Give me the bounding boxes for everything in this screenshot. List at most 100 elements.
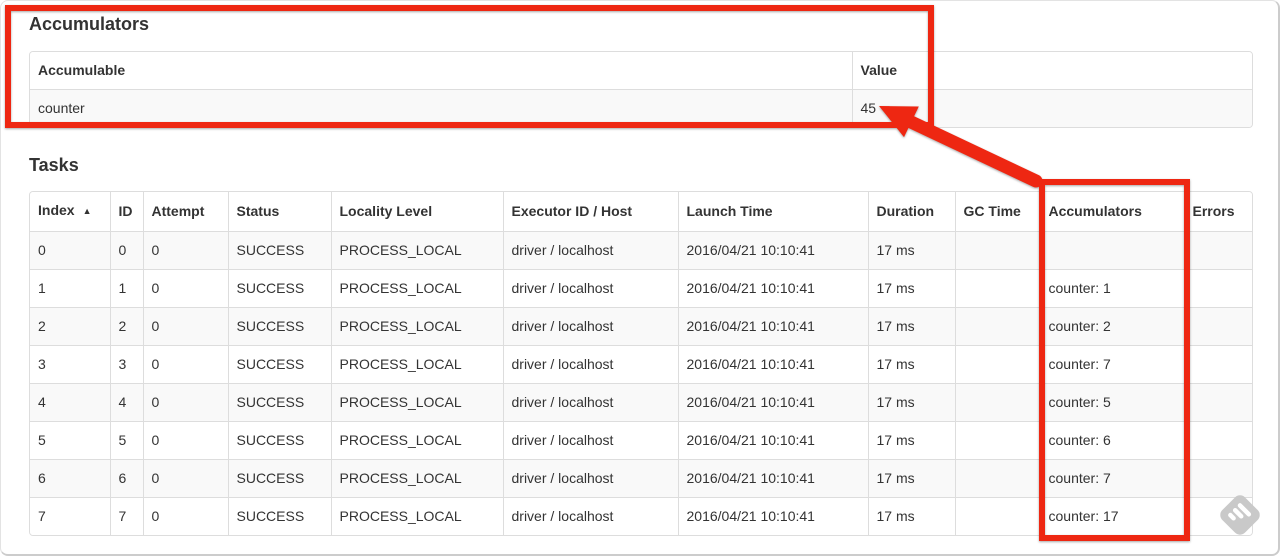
attempt-cell: 0 [142, 307, 228, 346]
locality-level-cell: PROCESS_LOCAL [330, 345, 503, 384]
errors-cell [1183, 231, 1252, 270]
accumulators-cell: counter: 6 [1039, 421, 1184, 460]
errors-cell [1183, 383, 1252, 422]
attempt-cell: 0 [142, 231, 228, 270]
locality-level-cell: PROCESS_LOCAL [330, 269, 503, 308]
accumulable-table-row: counter 45 [30, 89, 1252, 127]
accumulators-cell [1039, 231, 1184, 270]
executor-id-host-cell: driver / localhost [502, 231, 678, 270]
launch-time-column-header[interactable]: Launch Time [677, 192, 868, 232]
task-row: 1 1 0 SUCCESS PROCESS_LOCAL driver / loc… [30, 269, 1252, 308]
accumulators-cell: counter: 2 [1039, 307, 1184, 346]
attempt-cell: 0 [142, 269, 228, 308]
page: Accumulators Accumulable Value counter 4… [0, 0, 1280, 556]
executor-id-host-column-header[interactable]: Executor ID / Host [502, 192, 678, 232]
executor-id-host-cell: driver / localhost [502, 307, 678, 346]
gc-time-cell [954, 307, 1040, 346]
duration-cell: 17 ms [867, 421, 955, 460]
executor-id-host-cell: driver / localhost [502, 421, 678, 460]
id-cell: 0 [109, 231, 143, 270]
accumulators-cell: counter: 7 [1039, 345, 1184, 384]
gc-time-cell [954, 269, 1040, 308]
locality-level-cell: PROCESS_LOCAL [330, 421, 503, 460]
status-column-header[interactable]: Status [227, 192, 331, 232]
index-cell: 3 [30, 345, 110, 384]
gc-time-column-header[interactable]: GC Time [954, 192, 1040, 232]
gc-time-cell [954, 345, 1040, 384]
index-cell: 0 [30, 231, 110, 270]
attempt-cell: 0 [142, 497, 228, 535]
status-cell: SUCCESS [227, 383, 331, 422]
locality-level-column-header[interactable]: Locality Level [330, 192, 503, 232]
accumulable-value-cell: 45 [851, 89, 1252, 127]
errors-cell [1183, 307, 1252, 346]
status-cell: SUCCESS [227, 307, 331, 346]
task-row: 6 6 0 SUCCESS PROCESS_LOCAL driver / loc… [30, 459, 1252, 498]
launch-time-cell: 2016/04/21 10:10:41 [677, 421, 868, 460]
locality-level-cell: PROCESS_LOCAL [330, 307, 503, 346]
accumulators-column-header[interactable]: Accumulators [1039, 192, 1184, 232]
index-cell: 1 [30, 269, 110, 308]
task-row: 7 7 0 SUCCESS PROCESS_LOCAL driver / loc… [30, 497, 1252, 535]
value-column-header: Value [851, 52, 1252, 90]
errors-cell [1183, 497, 1252, 535]
errors-column-header[interactable]: Errors [1183, 192, 1252, 232]
accumulable-table: Accumulable Value counter 45 [29, 51, 1253, 128]
launch-time-cell: 2016/04/21 10:10:41 [677, 459, 868, 498]
executor-id-host-cell: driver / localhost [502, 383, 678, 422]
duration-cell: 17 ms [867, 231, 955, 270]
executor-id-host-cell: driver / localhost [502, 269, 678, 308]
attempt-cell: 0 [142, 421, 228, 460]
task-row: 2 2 0 SUCCESS PROCESS_LOCAL driver / loc… [30, 307, 1252, 346]
index-column-header[interactable]: Index ▲ [30, 192, 110, 232]
locality-level-cell: PROCESS_LOCAL [330, 497, 503, 535]
id-cell: 4 [109, 383, 143, 422]
locality-level-cell: PROCESS_LOCAL [330, 231, 503, 270]
id-cell: 7 [109, 497, 143, 535]
tasks-table: Index ▲ ID Attempt Status Locality Level … [29, 191, 1253, 536]
status-cell: SUCCESS [227, 231, 331, 270]
attempt-cell: 0 [142, 459, 228, 498]
main-content: Accumulators Accumulable Value counter 4… [1, 13, 1278, 536]
locality-level-cell: PROCESS_LOCAL [330, 459, 503, 498]
accumulators-cell: counter: 7 [1039, 459, 1184, 498]
accumulators-cell: counter: 5 [1039, 383, 1184, 422]
sort-ascending-icon: ▲ [82, 206, 92, 216]
status-cell: SUCCESS [227, 269, 331, 308]
tasks-section-title: Tasks [29, 155, 79, 175]
index-cell: 6 [30, 459, 110, 498]
index-cell: 2 [30, 307, 110, 346]
index-cell: 5 [30, 421, 110, 460]
duration-column-header[interactable]: Duration [867, 192, 955, 232]
launch-time-cell: 2016/04/21 10:10:41 [677, 269, 868, 308]
task-row: 3 3 0 SUCCESS PROCESS_LOCAL driver / loc… [30, 345, 1252, 384]
tasks-table-header-row: Index ▲ ID Attempt Status Locality Level … [30, 192, 1252, 232]
attempt-cell: 0 [142, 383, 228, 422]
gc-time-cell [954, 231, 1040, 270]
duration-cell: 17 ms [867, 459, 955, 498]
accumulable-name-cell: counter [30, 89, 852, 127]
errors-cell [1183, 421, 1252, 460]
id-column-header[interactable]: ID [109, 192, 143, 232]
duration-cell: 17 ms [867, 269, 955, 308]
errors-cell [1183, 345, 1252, 384]
task-row: 0 0 0 SUCCESS PROCESS_LOCAL driver / loc… [30, 231, 1252, 270]
launch-time-cell: 2016/04/21 10:10:41 [677, 383, 868, 422]
gc-time-cell [954, 459, 1040, 498]
duration-cell: 17 ms [867, 345, 955, 384]
index-cell: 4 [30, 383, 110, 422]
id-cell: 2 [109, 307, 143, 346]
launch-time-cell: 2016/04/21 10:10:41 [677, 231, 868, 270]
gc-time-cell [954, 421, 1040, 460]
status-cell: SUCCESS [227, 421, 331, 460]
accumulators-cell: counter: 1 [1039, 269, 1184, 308]
gc-time-cell [954, 497, 1040, 535]
duration-cell: 17 ms [867, 307, 955, 346]
executor-id-host-cell: driver / localhost [502, 459, 678, 498]
task-row: 5 5 0 SUCCESS PROCESS_LOCAL driver / loc… [30, 421, 1252, 460]
status-cell: SUCCESS [227, 497, 331, 535]
attempt-column-header[interactable]: Attempt [142, 192, 228, 232]
locality-level-cell: PROCESS_LOCAL [330, 383, 503, 422]
launch-time-cell: 2016/04/21 10:10:41 [677, 345, 868, 384]
gc-time-cell [954, 383, 1040, 422]
